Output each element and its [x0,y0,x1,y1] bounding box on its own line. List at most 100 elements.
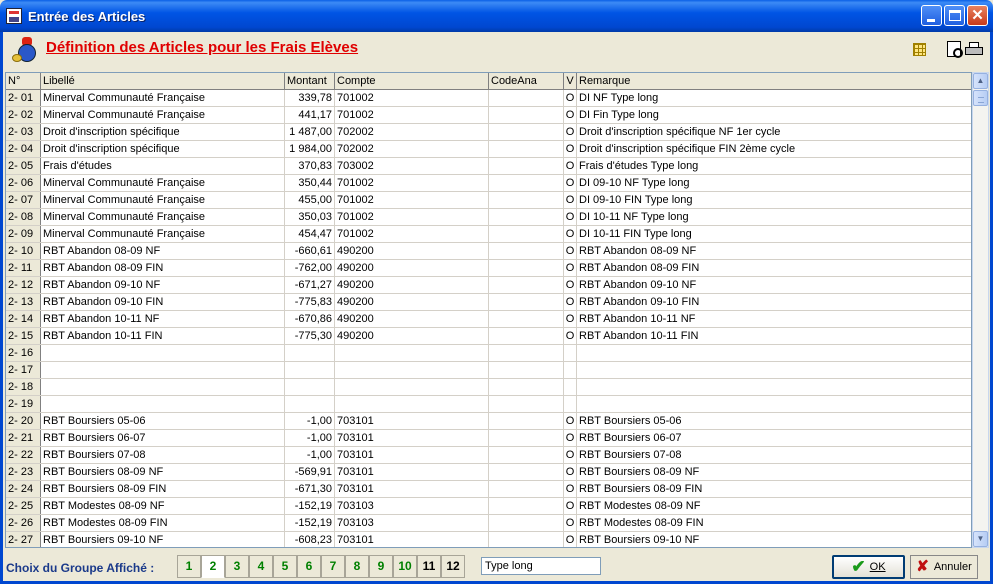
libelle-cell[interactable]: RBT Boursiers 07-08 [41,447,285,463]
vertical-scrollbar[interactable]: ▲ ▼ [972,72,989,548]
v-cell[interactable]: O [564,192,577,208]
row-number-cell[interactable]: 2- 24 [6,481,41,497]
table-row[interactable]: 2- 21 RBT Boursiers 06-07 -1,00 703101 O RBT … [6,430,971,447]
table-row[interactable]: 2- 18 [6,379,971,396]
compte-cell[interactable] [335,396,489,412]
codeana-cell[interactable] [489,345,564,361]
remarque-cell[interactable]: RBT Boursiers 09-10 NF [577,532,971,547]
remarque-cell[interactable]: RBT Modestes 08-09 FIN [577,515,971,531]
compte-cell[interactable]: 490200 [335,294,489,310]
montant-cell[interactable]: -775,30 [285,328,335,344]
codeana-cell[interactable] [489,430,564,446]
montant-cell[interactable]: -660,61 [285,243,335,259]
group-button-7[interactable]: 7 [321,555,345,578]
codeana-cell[interactable] [489,413,564,429]
v-cell[interactable] [564,345,577,361]
v-cell[interactable]: O [564,175,577,191]
codeana-cell[interactable] [489,396,564,412]
compte-cell[interactable]: 490200 [335,311,489,327]
row-number-cell[interactable]: 2- 01 [6,90,41,106]
table-row[interactable]: 2- 13 RBT Abandon 09-10 FIN -775,83 490200 O… [6,294,971,311]
montant-cell[interactable]: 1 984,00 [285,141,335,157]
remarque-cell[interactable] [577,345,971,361]
libelle-cell[interactable]: Minerval Communauté Française [41,209,285,225]
v-cell[interactable]: O [564,141,577,157]
codeana-cell[interactable] [489,192,564,208]
row-number-cell[interactable]: 2- 15 [6,328,41,344]
montant-cell[interactable] [285,396,335,412]
row-number-cell[interactable]: 2- 11 [6,260,41,276]
table-row[interactable]: 2- 09 Minerval Communauté Française 454,47… [6,226,971,243]
row-number-cell[interactable]: 2- 05 [6,158,41,174]
compte-cell[interactable]: 701002 [335,209,489,225]
compte-cell[interactable]: 490200 [335,243,489,259]
table-row[interactable]: 2- 16 [6,345,971,362]
remarque-cell[interactable]: RBT Abandon 08-09 FIN [577,260,971,276]
group-button-5[interactable]: 5 [273,555,297,578]
row-number-cell[interactable]: 2- 07 [6,192,41,208]
group-button-2[interactable]: 2 [201,555,225,578]
compte-cell[interactable]: 703103 [335,515,489,531]
row-number-cell[interactable]: 2- 02 [6,107,41,123]
group-button-6[interactable]: 6 [297,555,321,578]
column-header-libelle[interactable]: Libellé [41,73,285,90]
codeana-cell[interactable] [489,260,564,276]
row-number-cell[interactable]: 2- 26 [6,515,41,531]
row-number-cell[interactable]: 2- 25 [6,498,41,514]
libelle-cell[interactable] [41,396,285,412]
montant-cell[interactable]: -775,83 [285,294,335,310]
codeana-cell[interactable] [489,515,564,531]
minimize-button[interactable] [921,5,942,26]
codeana-cell[interactable] [489,481,564,497]
row-number-cell[interactable]: 2- 06 [6,175,41,191]
row-number-cell[interactable]: 2- 12 [6,277,41,293]
libelle-cell[interactable]: Minerval Communauté Française [41,107,285,123]
table-row[interactable]: 2- 17 [6,362,971,379]
codeana-cell[interactable] [489,277,564,293]
codeana-cell[interactable] [489,209,564,225]
scroll-up-button[interactable]: ▲ [973,73,988,89]
table-row[interactable]: 2- 11 RBT Abandon 08-09 FIN -762,00 490200 O… [6,260,971,277]
codeana-cell[interactable] [489,124,564,140]
row-number-cell[interactable]: 2- 08 [6,209,41,225]
row-number-cell[interactable]: 2- 27 [6,532,41,547]
remarque-cell[interactable]: RBT Boursiers 08-09 NF [577,464,971,480]
table-row[interactable]: 2- 14 RBT Abandon 10-11 NF -670,86 490200 O R… [6,311,971,328]
group-button-10[interactable]: 10 [393,555,417,578]
compte-cell[interactable]: 703002 [335,158,489,174]
montant-cell[interactable]: 339,78 [285,90,335,106]
montant-cell[interactable] [285,379,335,395]
montant-cell[interactable]: 370,83 [285,158,335,174]
codeana-cell[interactable] [489,107,564,123]
table-row[interactable]: 2- 06 Minerval Communauté Française 350,44… [6,175,971,192]
column-header-montant[interactable]: Montant [285,73,335,90]
remarque-cell[interactable]: Droit d'inscription spécifique FIN 2ème … [577,141,971,157]
v-cell[interactable] [564,379,577,395]
table-row[interactable]: 2- 04 Droit d'inscription spécifique 1 984… [6,141,971,158]
table-row[interactable]: 2- 22 RBT Boursiers 07-08 -1,00 703101 O RBT … [6,447,971,464]
row-number-cell[interactable]: 2- 19 [6,396,41,412]
table-row[interactable]: 2- 03 Droit d'inscription spécifique 1 487… [6,124,971,141]
app-icon[interactable] [6,8,22,24]
close-button[interactable]: ✕ [967,5,988,26]
column-header-no[interactable]: N° [6,73,41,90]
codeana-cell[interactable] [489,294,564,310]
compte-cell[interactable]: 701002 [335,192,489,208]
table-row[interactable]: 2- 02 Minerval Communauté Française 441,17… [6,107,971,124]
v-cell[interactable] [564,362,577,378]
remarque-cell[interactable]: RBT Abandon 10-11 FIN [577,328,971,344]
compte-cell[interactable]: 703101 [335,430,489,446]
column-header-compte[interactable]: Compte [335,73,489,90]
libelle-cell[interactable]: RBT Abandon 09-10 NF [41,277,285,293]
codeana-cell[interactable] [489,90,564,106]
codeana-cell[interactable] [489,532,564,547]
table-row[interactable]: 2- 05 Frais d'études 370,83 703002 O Frais d'… [6,158,971,175]
compte-cell[interactable]: 701002 [335,226,489,242]
table-row[interactable]: 2- 12 RBT Abandon 09-10 NF -671,27 490200 O R… [6,277,971,294]
v-cell[interactable]: O [564,107,577,123]
libelle-cell[interactable] [41,379,285,395]
remarque-cell[interactable] [577,396,971,412]
v-cell[interactable]: O [564,209,577,225]
montant-cell[interactable]: -671,27 [285,277,335,293]
montant-cell[interactable] [285,362,335,378]
